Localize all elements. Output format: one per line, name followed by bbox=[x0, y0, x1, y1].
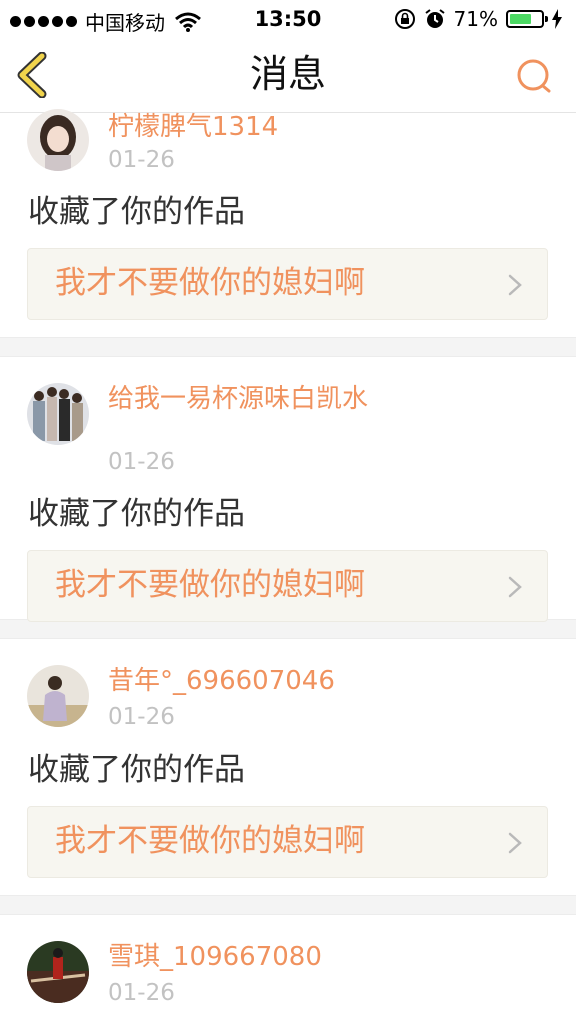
message-date: 01-26 bbox=[108, 449, 175, 475]
message-date: 01-26 bbox=[108, 147, 175, 173]
status-bar: 中国移动 13:50 71% bbox=[0, 0, 576, 38]
avatar[interactable] bbox=[27, 941, 89, 1003]
section-divider bbox=[0, 337, 576, 357]
username[interactable]: 柠檬脾气1314 bbox=[108, 111, 398, 143]
username[interactable]: 雪琪_109667080 bbox=[108, 941, 398, 973]
list-item[interactable]: 雪琪_109667080 01-26 bbox=[0, 915, 576, 1035]
avatar[interactable] bbox=[27, 383, 89, 445]
username[interactable]: 给我一易杯源味白凯水 bbox=[108, 383, 378, 415]
work-title: 我才不要做你的媳妇啊 bbox=[55, 567, 365, 603]
avatar[interactable] bbox=[27, 665, 89, 727]
action-text: 收藏了你的作品 bbox=[28, 752, 245, 788]
work-title: 我才不要做你的媳妇啊 bbox=[55, 823, 365, 859]
page-title: 消息 bbox=[249, 52, 326, 96]
chevron-right-icon bbox=[508, 832, 522, 854]
message-date: 01-26 bbox=[108, 980, 175, 1006]
alarm-icon bbox=[424, 9, 445, 28]
list-item[interactable]: 给我一易杯源味白凯水 01-26 收藏了你的作品 我才不要做你的媳妇啊 bbox=[0, 357, 576, 622]
avatar[interactable] bbox=[27, 109, 89, 171]
status-right: 71% bbox=[394, 7, 562, 31]
list-item[interactable]: 昔年°_696607046 01-26 收藏了你的作品 我才不要做你的媳妇啊 bbox=[0, 639, 576, 895]
list-item[interactable]: 柠檬脾气1314 01-26 收藏了你的作品 我才不要做你的媳妇啊 bbox=[0, 109, 576, 337]
username[interactable]: 昔年°_696607046 bbox=[108, 665, 398, 697]
section-divider bbox=[0, 895, 576, 915]
navigation-bar: 消息 bbox=[0, 38, 576, 113]
message-date: 01-26 bbox=[108, 704, 175, 730]
work-link[interactable]: 我才不要做你的媳妇啊 bbox=[27, 806, 548, 878]
battery-percent: 71% bbox=[453, 7, 498, 31]
action-text: 收藏了你的作品 bbox=[28, 496, 245, 532]
work-title: 我才不要做你的媳妇啊 bbox=[55, 265, 365, 301]
work-link[interactable]: 我才不要做你的媳妇啊 bbox=[27, 550, 548, 622]
chevron-right-icon bbox=[508, 576, 522, 598]
section-divider bbox=[0, 619, 576, 639]
search-button[interactable] bbox=[514, 56, 554, 96]
orientation-lock-icon bbox=[394, 9, 415, 29]
battery-icon bbox=[506, 10, 548, 28]
action-text: 收藏了你的作品 bbox=[28, 194, 245, 230]
chevron-right-icon bbox=[508, 274, 522, 296]
charging-icon bbox=[552, 9, 562, 29]
work-link[interactable]: 我才不要做你的媳妇啊 bbox=[27, 248, 548, 320]
message-list: 柠檬脾气1314 01-26 收藏了你的作品 我才不要做你的媳妇啊 给我一易杯源… bbox=[0, 109, 576, 1035]
search-icon bbox=[517, 59, 551, 93]
